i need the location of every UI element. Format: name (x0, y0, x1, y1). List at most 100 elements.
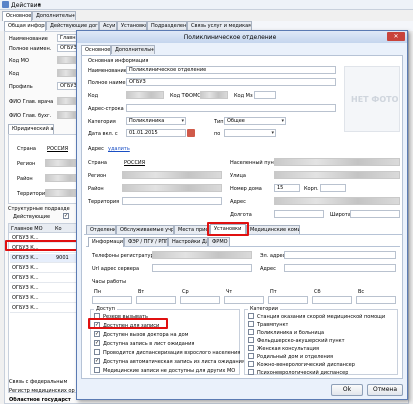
label-code-mz: Код Мз (234, 93, 253, 99)
house-field[interactable]: 15 (274, 184, 300, 192)
action-menu[interactable]: Действие (11, 2, 41, 9)
phones-field[interactable] (152, 251, 252, 259)
link-federal[interactable]: Связь с федеральным (9, 379, 67, 385)
label-longitude: Долгота (230, 212, 252, 218)
tab-contracts[interactable]: Действующие договора (46, 21, 99, 30)
tab-legal-address[interactable]: Юридический адрес (8, 124, 54, 134)
subtab-fer[interactable]: ФЭР / ПГУ / РПГУ (124, 237, 168, 246)
name-field[interactable]: Поликлиническое отделение (126, 66, 336, 74)
tab-main-extra[interactable]: Дополнительно (32, 11, 76, 20)
calendar-icon[interactable] (187, 129, 195, 137)
access-checkbox[interactable] (94, 349, 100, 355)
table-row[interactable]: ОГБУЗ К... (10, 284, 84, 293)
tab-subdivisions[interactable]: Подразделения (147, 21, 187, 30)
url-field[interactable] (152, 264, 252, 272)
label-name: Наименование (88, 68, 127, 74)
category-checkbox[interactable] (248, 337, 254, 343)
close-icon[interactable]: ✕ (387, 32, 405, 41)
sub-tabstrip: Информация ФЭР / ПГУ / РПГУ Настройки ДЛ… (86, 237, 400, 247)
access-checkbox[interactable]: ✓ (94, 331, 100, 337)
street-field[interactable] (274, 171, 400, 179)
district-field[interactable] (122, 184, 222, 192)
dialog-tab-basic[interactable]: Основное (81, 45, 111, 55)
tab-general-info[interactable]: Общая информация (4, 21, 46, 31)
date-to-field[interactable] (224, 129, 276, 137)
hours-wed[interactable] (180, 296, 220, 304)
grid-col-code: Ко (55, 226, 62, 232)
tab-reception-places[interactable]: Места приема (174, 225, 210, 234)
access-checkbox[interactable]: ✓ (94, 358, 100, 364)
table-row-selected[interactable]: ОГБУЗ К... 9001 (10, 254, 84, 263)
label-profile: Профиль (9, 84, 33, 90)
hours-fri[interactable] (268, 296, 308, 304)
tab-medical-commissions[interactable]: Медицинские комиссии (246, 225, 300, 234)
hours-sat[interactable] (312, 296, 352, 304)
hours-tue[interactable] (136, 296, 176, 304)
longitude-field[interactable] (274, 210, 324, 218)
day-wed: Ср (182, 289, 189, 295)
hours-sun[interactable] (356, 296, 396, 304)
table-row[interactable]: ОГБУЗ К... (10, 304, 84, 313)
table-row[interactable]: ОГБУЗ К... (10, 264, 84, 273)
category-checkbox[interactable] (248, 321, 254, 327)
category-checkbox[interactable] (248, 353, 254, 359)
tab-main-basic[interactable]: Основное (2, 11, 32, 21)
subtab-info[interactable]: Информация (88, 237, 124, 247)
territory-field[interactable] (122, 197, 222, 205)
label-address3: Адрес (260, 266, 276, 272)
dialog-titlebar[interactable]: Поликлиническое отделение ✕ (77, 31, 407, 43)
tab-departments[interactable]: Отделения (86, 225, 116, 234)
category-checkbox[interactable] (248, 361, 254, 367)
highlight-selected-row (5, 240, 82, 251)
tab-asui[interactable]: Асуи (99, 21, 117, 30)
code-field[interactable] (126, 91, 164, 99)
table-row[interactable]: ОГБУЗ К... (10, 274, 84, 283)
link-regional[interactable]: Областное государст (9, 397, 71, 403)
active-checkbox[interactable]: ✓ (63, 213, 69, 219)
category-option-label: Фельдшерско-акушерский пункт (257, 338, 345, 344)
category-checkbox[interactable] (248, 369, 254, 375)
category-checkbox[interactable] (248, 345, 254, 351)
access-option-label: Доступна автоматическая запись из листа … (103, 359, 245, 365)
address-line-field[interactable] (126, 104, 336, 112)
date-from-field[interactable]: 01.01.2015 (126, 129, 186, 137)
delete-address-link[interactable]: удалить (108, 146, 130, 152)
latitude-field[interactable] (350, 210, 400, 218)
tfoms-field[interactable] (200, 91, 228, 99)
korp-field[interactable] (320, 184, 346, 192)
label-korp: Корп. (304, 186, 319, 192)
ok-button[interactable]: Ok (331, 384, 363, 396)
region-field[interactable] (122, 171, 222, 179)
category-checkbox[interactable] (248, 329, 254, 335)
label-territory: Территория (88, 199, 120, 205)
category-select[interactable]: Поликлиника (126, 117, 186, 125)
label-country: Страна (17, 146, 36, 152)
full-name-field[interactable]: ОГБУЗ (126, 78, 336, 86)
access-checkbox[interactable] (94, 367, 100, 373)
type-select[interactable]: Общее (224, 117, 286, 125)
code-mz-field[interactable] (254, 91, 276, 99)
subtab-dlo[interactable]: Настройки ДЛО (168, 237, 208, 246)
email-field[interactable] (284, 251, 396, 259)
locality-field[interactable] (274, 158, 400, 166)
dialog-tab-extra[interactable]: Дополнительно (111, 45, 155, 54)
action-icon[interactable] (2, 1, 9, 8)
hours-thu[interactable] (224, 296, 264, 304)
address2-field[interactable] (274, 197, 400, 205)
label-email: Эл. адрес (260, 253, 286, 259)
table-row[interactable]: ОГБУЗ К... (10, 294, 84, 303)
access-option-label: Доступен вызов доктора на дом (103, 332, 189, 338)
link-register[interactable]: Регистр медицинских ор (9, 388, 75, 394)
address3-field[interactable] (284, 264, 396, 272)
cancel-button[interactable]: Отмена (367, 384, 403, 396)
tab-settings-bg[interactable]: Установки (117, 21, 147, 30)
tab-served-institutions[interactable]: Обслуживаемые учреждения (116, 225, 174, 234)
tab-services-link[interactable]: Связь услуг и медикаментов (187, 21, 252, 30)
label-code: Код (88, 93, 99, 99)
subtab-frmo[interactable]: ФРМО (208, 237, 230, 246)
access-option-label: Медицинские записи не доступны для други… (103, 368, 236, 374)
chevron-down-icon[interactable]: ▾ (38, 2, 41, 8)
hours-mon[interactable] (92, 296, 132, 304)
category-checkbox[interactable] (248, 313, 254, 319)
access-checkbox[interactable]: ✓ (94, 340, 100, 346)
